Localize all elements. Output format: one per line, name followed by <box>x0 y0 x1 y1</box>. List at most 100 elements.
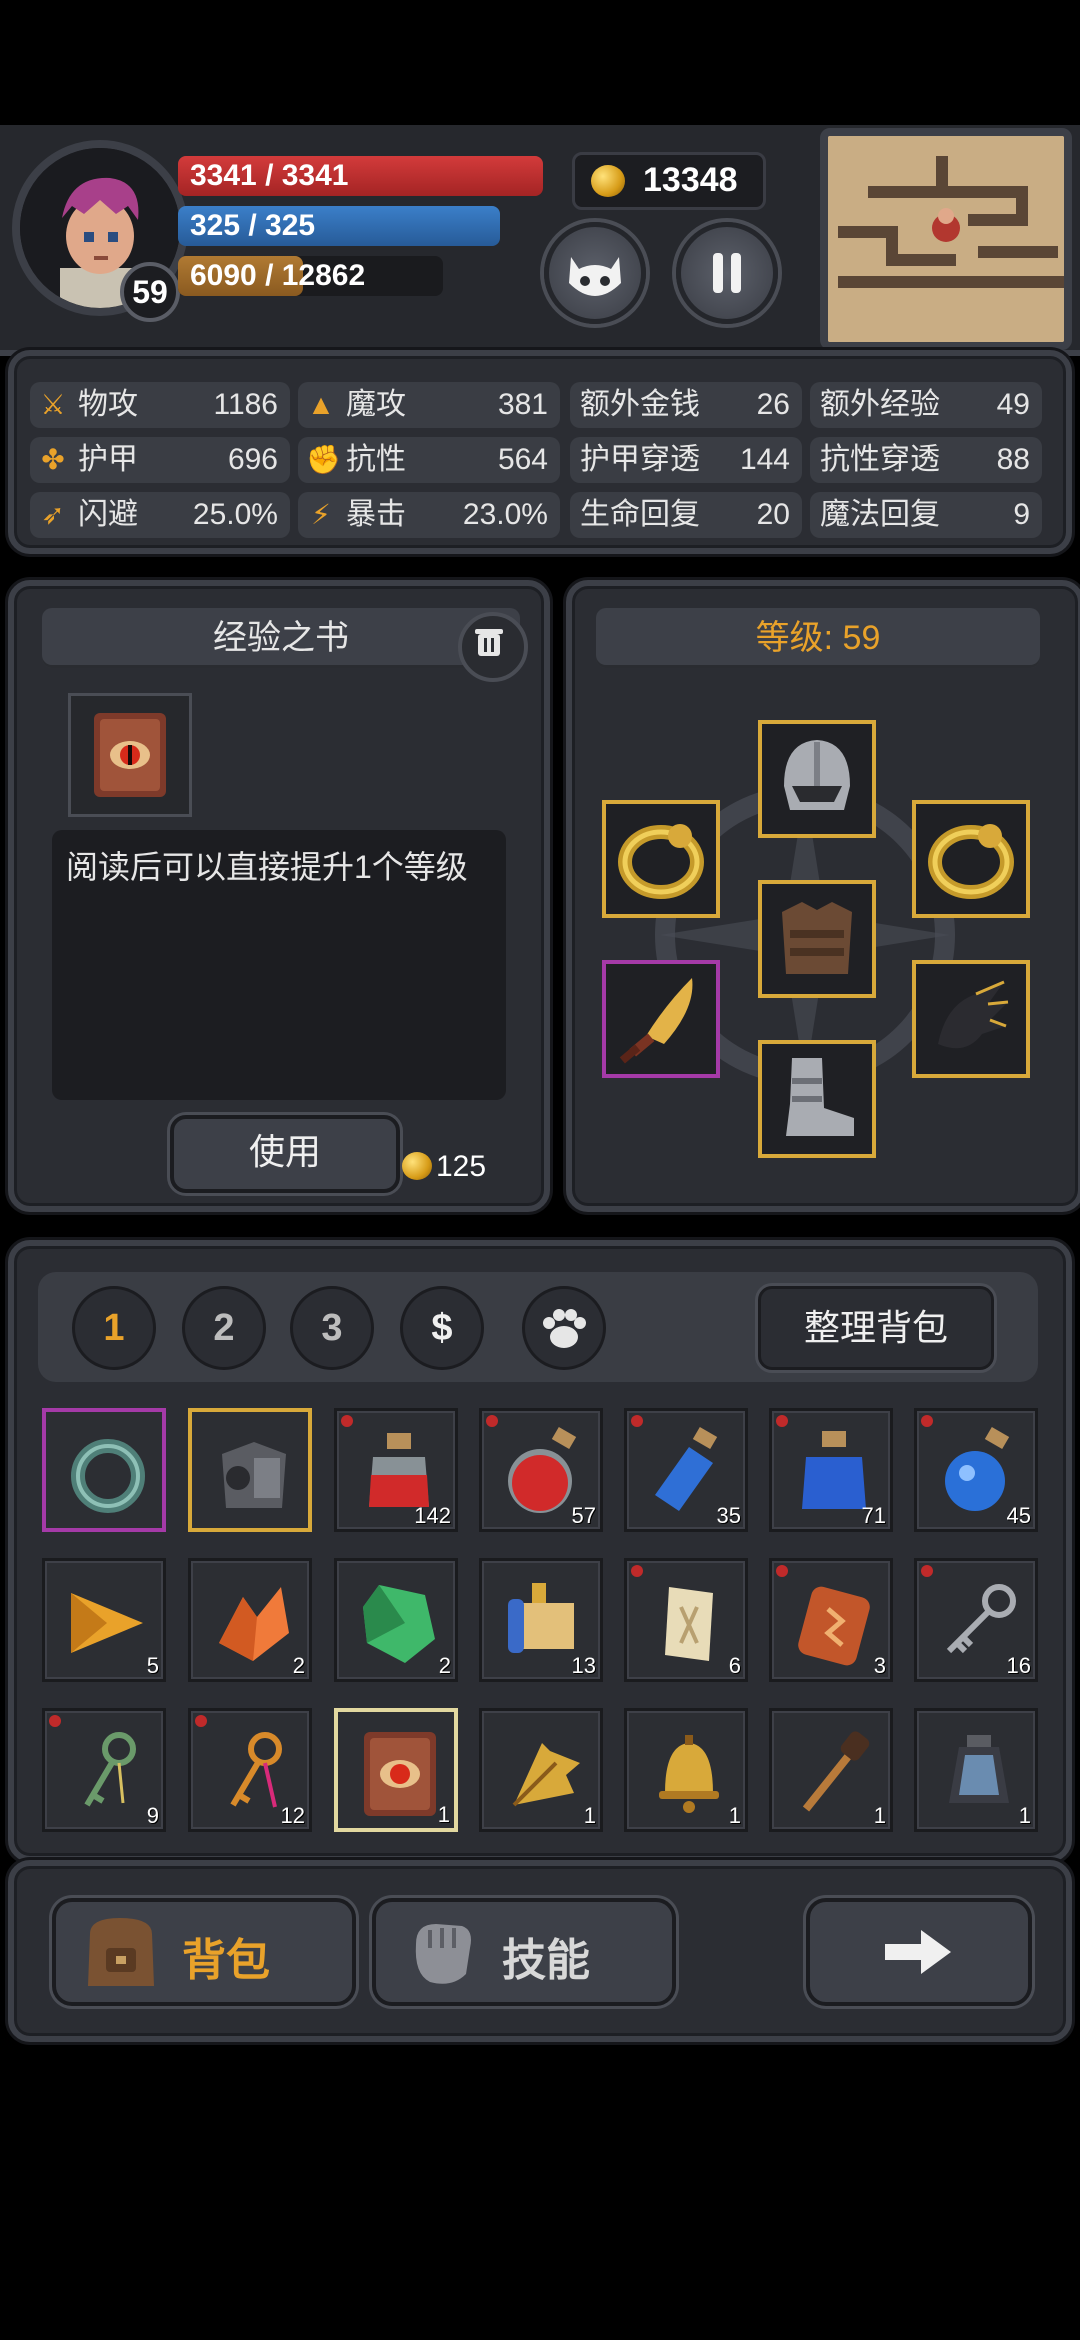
inventory-slot[interactable] <box>42 1408 166 1532</box>
stat-row: ▲ 魔攻 381 <box>298 382 560 428</box>
lantern-icon <box>949 1735 1009 1803</box>
stat-row: 生命回复 20 <box>570 492 802 538</box>
stat-value: 144 <box>739 443 790 476</box>
inventory-slot[interactable]: 35 <box>624 1408 748 1532</box>
skills-nav-button[interactable]: 技能 <box>372 1898 676 2006</box>
inventory-slot[interactable]: 5 <box>42 1558 166 1682</box>
stat-value: 381 <box>497 388 548 421</box>
gloves-slot[interactable] <box>912 960 1030 1078</box>
selected-item-slot <box>68 693 192 817</box>
item-count: 6 <box>728 1653 741 1678</box>
helmet-slot[interactable] <box>758 720 876 838</box>
hp-bar: 3341 / 3341 <box>178 156 543 196</box>
bell-icon <box>659 1735 719 1813</box>
inventory-slot[interactable]: 71 <box>769 1408 893 1532</box>
item-description: 阅读后可以直接提升1个等级 <box>52 830 506 1100</box>
lightning-icon: ⚡ <box>311 499 331 530</box>
inventory-slot[interactable]: 16 <box>914 1558 1038 1682</box>
inventory-slot[interactable]: 57 <box>479 1408 603 1532</box>
tab-shop[interactable]: $ <box>400 1286 484 1370</box>
inventory-slot[interactable]: 2 <box>188 1558 312 1682</box>
item-count: 12 <box>280 1803 305 1828</box>
stat-row: ⚡ 暴击 23.0% <box>298 492 560 538</box>
tab-page-3[interactable]: 3 <box>290 1286 374 1370</box>
ring-slot-left[interactable] <box>602 800 720 918</box>
inventory-slot[interactable]: 1 <box>624 1708 748 1832</box>
inventory-slot[interactable]: 1 <box>769 1708 893 1832</box>
green-gem-icon <box>363 1585 435 1663</box>
inventory-slot[interactable]: 3 <box>769 1558 893 1682</box>
stat-value: 26 <box>756 388 790 421</box>
fist-icon <box>415 1924 471 1984</box>
new-item-dot <box>921 1565 933 1577</box>
minimap[interactable] <box>820 128 1072 350</box>
inventory-slot[interactable]: 1 <box>914 1708 1038 1832</box>
green-key-icon <box>84 1732 136 1807</box>
inventory-slot[interactable]: 13 <box>479 1558 603 1682</box>
skills-nav-label: 技能 <box>502 1936 590 1985</box>
new-item-dot <box>49 1715 61 1727</box>
pause-icon <box>713 253 741 293</box>
orange-crystal-icon <box>219 1587 289 1661</box>
inventory-slot[interactable]: 1 <box>334 1708 458 1832</box>
inventory-slot[interactable]: 45 <box>914 1408 1038 1532</box>
stat-row: 魔法回复 9 <box>810 492 1042 538</box>
feather-fan-icon <box>512 1743 580 1807</box>
item-count: 5 <box>146 1653 159 1678</box>
next-button[interactable] <box>806 1898 1032 2006</box>
pet-button[interactable] <box>544 222 646 324</box>
inventory-slot[interactable]: 12 <box>188 1708 312 1832</box>
new-item-dot <box>631 1415 643 1427</box>
stat-label: 护甲 <box>78 443 138 476</box>
item-count: 1 <box>583 1803 596 1828</box>
stat-label: 物攻 <box>78 388 138 421</box>
stat-label: 暴击 <box>346 498 406 531</box>
inventory-slot[interactable]: 6 <box>624 1558 748 1682</box>
tab-pets[interactable] <box>522 1286 606 1370</box>
item-count: 2 <box>438 1653 451 1678</box>
stat-label: 闪避 <box>78 498 138 531</box>
inventory-slot[interactable]: 142 <box>334 1408 458 1532</box>
stat-value: 696 <box>227 443 278 476</box>
running-icon: ➶ <box>41 499 65 530</box>
discard-button[interactable] <box>458 612 528 682</box>
item-count: 1 <box>873 1803 886 1828</box>
helmet-icon <box>784 740 850 810</box>
torch-icon <box>802 1731 870 1812</box>
weapon-slot[interactable] <box>602 960 720 1078</box>
inventory-slot[interactable]: 1 <box>479 1708 603 1832</box>
stat-value: 564 <box>497 443 548 476</box>
ring-slot-right[interactable] <box>912 800 1030 918</box>
gold-ring-icon <box>618 824 704 899</box>
stat-value: 88 <box>996 443 1030 476</box>
use-button[interactable]: 使用 <box>170 1115 400 1193</box>
experience-book-icon <box>364 1732 436 1816</box>
tab-page-1[interactable]: 1 <box>72 1286 156 1370</box>
item-count: 13 <box>571 1653 596 1678</box>
inventory-slot[interactable]: 2 <box>334 1558 458 1682</box>
boots-slot[interactable] <box>758 1040 876 1158</box>
item-count: 35 <box>716 1503 741 1528</box>
price-coin-icon <box>402 1152 432 1180</box>
bag-nav-button[interactable]: 背包 <box>52 1898 356 2006</box>
inventory-slot[interactable] <box>188 1408 312 1532</box>
stat-label: 额外经验 <box>820 388 940 421</box>
stat-row: 护甲穿透 144 <box>570 437 802 483</box>
stat-row: ➶ 闪避 25.0% <box>30 492 290 538</box>
parchment-icon <box>665 1587 713 1661</box>
armor-slot[interactable] <box>758 880 876 998</box>
curved-dagger-icon <box>619 978 693 1064</box>
stat-label: 护甲穿透 <box>580 443 700 476</box>
inventory-slot[interactable]: 9 <box>42 1708 166 1832</box>
new-item-dot <box>631 1565 643 1577</box>
sort-inventory-button[interactable]: 整理背包 <box>758 1286 994 1370</box>
stat-label: 魔攻 <box>346 388 406 421</box>
pause-button[interactable] <box>676 222 778 324</box>
gold-coin-icon <box>591 165 625 197</box>
level-badge: 59 <box>120 262 180 322</box>
ring-icon <box>71 1439 145 1513</box>
tab-page-2[interactable]: 2 <box>182 1286 266 1370</box>
new-item-dot <box>776 1565 788 1577</box>
stat-row: ✊ 抗性 564 <box>298 437 560 483</box>
item-count: 16 <box>1006 1653 1031 1678</box>
